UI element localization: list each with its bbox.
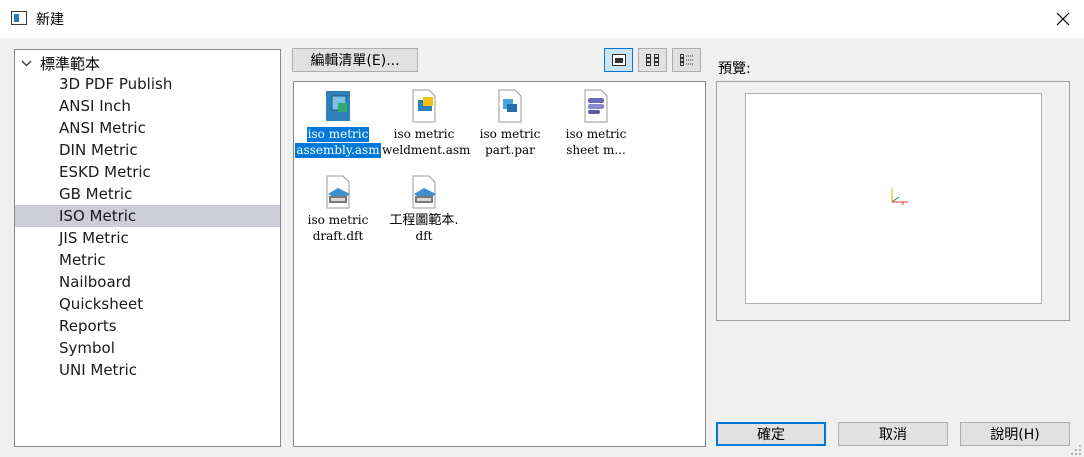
file-name-line2: dft (415, 229, 433, 243)
file-item-assembly[interactable]: iso metric assembly.asm (295, 85, 381, 158)
tree-item-symbol[interactable]: Symbol (15, 337, 280, 359)
tree-item-metric[interactable]: Metric (15, 249, 280, 271)
file-name-line2: assembly.asm (295, 143, 381, 158)
details-icon (679, 54, 693, 66)
details-view-button[interactable] (672, 48, 701, 72)
tree-item-ansi-inch[interactable]: ANSI Inch (15, 95, 280, 117)
tree-item-3d-pdf-publish[interactable]: 3D PDF Publish (15, 73, 280, 95)
file-name-line2: draft.dft (312, 229, 364, 243)
file-item-part[interactable]: iso metric part.par (467, 85, 553, 158)
template-tree[interactable]: 標準範本 3D PDF Publish ANSI Inch ANSI Metri… (14, 49, 281, 447)
cancel-button[interactable]: 取消 (838, 422, 948, 446)
file-name-line1: iso metric (306, 127, 370, 142)
help-button[interactable]: 說明(H) (960, 422, 1070, 446)
file-name-line1: 工程圖範本. (389, 213, 459, 228)
tree-item-reports[interactable]: Reports (15, 315, 280, 337)
title-bar: 新建 (0, 0, 1084, 38)
tree-item-jis-metric[interactable]: JIS Metric (15, 227, 280, 249)
chevron-down-icon[interactable] (21, 58, 32, 69)
draft-file-icon (326, 175, 350, 209)
preview-label: 預覽: (718, 61, 751, 77)
file-item-weldment[interactable]: iso metric weldment.asm (381, 85, 470, 158)
file-name-line2: part.par (485, 143, 535, 157)
tree-item-gb-metric[interactable]: GB Metric (15, 183, 280, 205)
tree-root[interactable]: 標準範本 (21, 53, 100, 73)
ok-button[interactable]: 確定 (716, 422, 826, 446)
file-name-line1: iso metric (307, 213, 369, 227)
draft-file-icon (412, 175, 436, 209)
tree-item-iso-metric[interactable]: ISO Metric (15, 205, 280, 227)
tree-item-quicksheet[interactable]: Quicksheet (15, 293, 280, 315)
tree-item-eskd-metric[interactable]: ESKD Metric (15, 161, 280, 183)
svg-text:x: x (901, 200, 905, 206)
assembly-file-icon (326, 91, 350, 121)
tree-item-uni-metric[interactable]: UNI Metric (15, 359, 280, 381)
file-name-line1: iso metric (393, 127, 455, 141)
resize-grip-icon[interactable] (1070, 444, 1082, 456)
app-icon (11, 11, 27, 25)
part-file-icon (498, 89, 522, 123)
close-icon (1056, 12, 1070, 26)
file-name-line1: iso metric (479, 127, 541, 141)
window-title: 新建 (36, 12, 64, 28)
tree-item-nailboard[interactable]: Nailboard (15, 271, 280, 293)
file-list[interactable]: iso metric assembly.asm iso metric weldm… (293, 81, 706, 447)
tree-root-label: 標準範本 (40, 54, 101, 73)
list-view-button[interactable] (638, 48, 667, 72)
preview-canvas: x (745, 93, 1042, 304)
axis-triad-icon: x (891, 188, 908, 206)
sheet-metal-file-icon (584, 89, 608, 123)
file-item-draft[interactable]: iso metric draft.dft (295, 171, 381, 244)
file-name-line2: weldment.asm (382, 143, 471, 157)
edit-list-button[interactable]: 編輯清單(E)... (292, 48, 418, 72)
tree-item-ansi-metric[interactable]: ANSI Metric (15, 117, 280, 139)
list-icon (645, 54, 659, 66)
file-name-line2: sheet m... (566, 143, 626, 157)
file-item-sheet-metal[interactable]: iso metric sheet m... (553, 85, 639, 158)
weldment-file-icon (412, 89, 436, 123)
close-button[interactable] (1046, 2, 1080, 36)
large-icons-view-button[interactable] (604, 48, 633, 72)
preview-panel: x (716, 81, 1070, 321)
tree-item-din-metric[interactable]: DIN Metric (15, 139, 280, 161)
file-name-line1: iso metric (565, 127, 627, 141)
large-icons-icon (611, 54, 626, 66)
file-item-drawing-template[interactable]: 工程圖範本. dft (381, 171, 467, 244)
